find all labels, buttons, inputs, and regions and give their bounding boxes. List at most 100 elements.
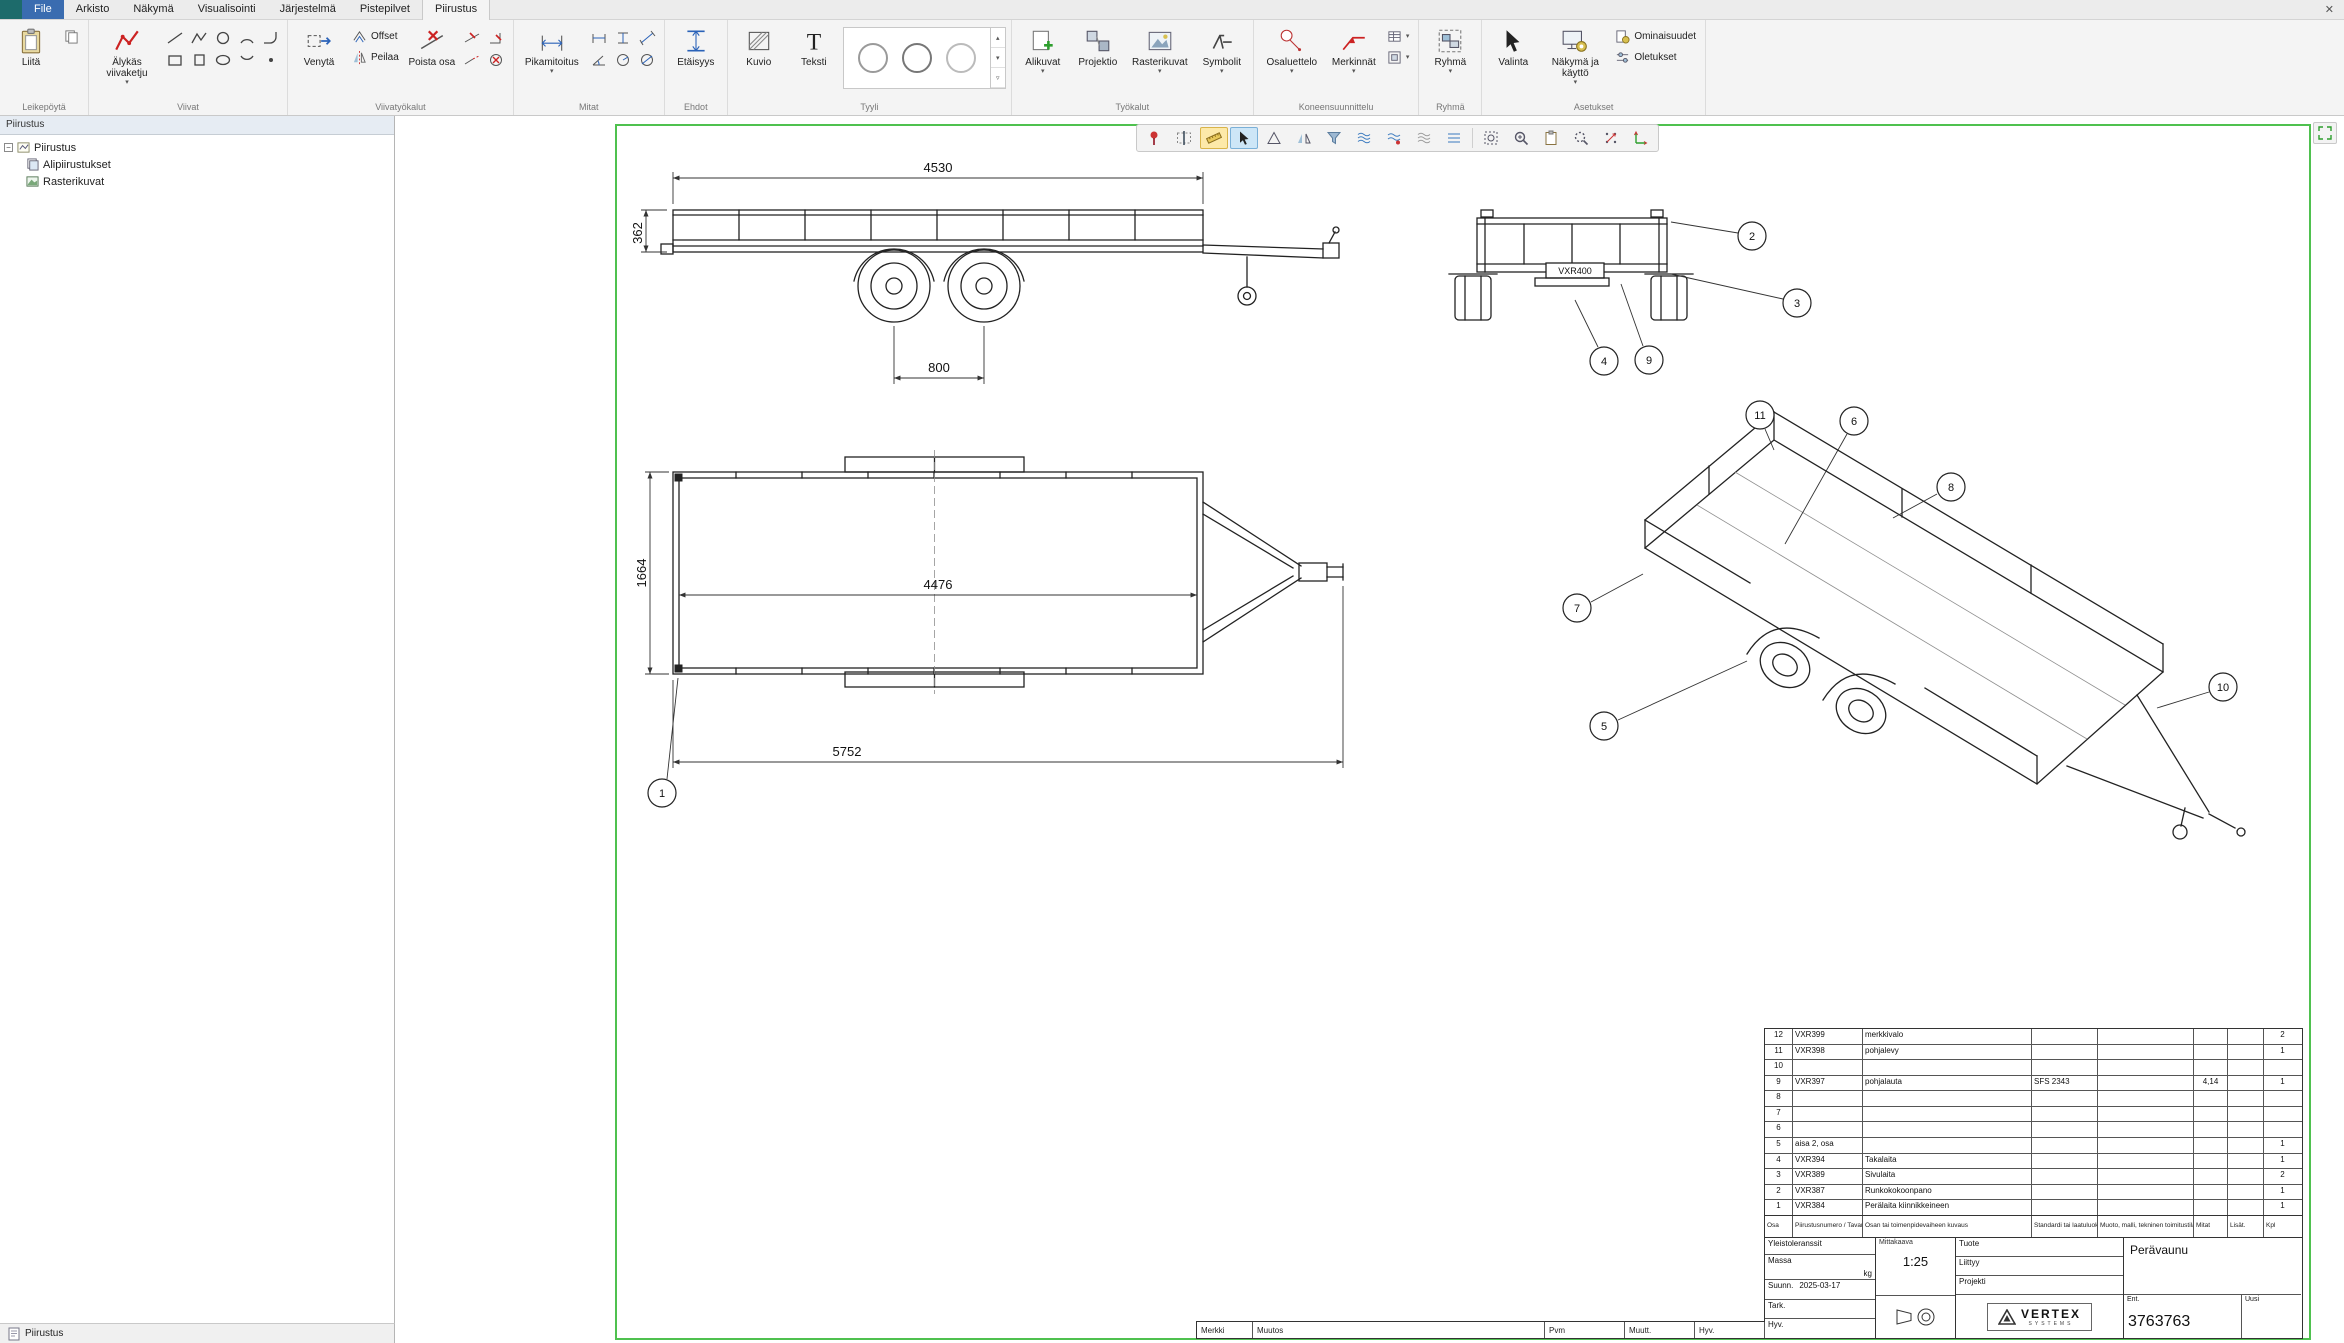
rectangle-tool-icon[interactable] (163, 49, 186, 70)
gallery-more-icon[interactable]: ▿ (991, 68, 1005, 88)
select-text-icon[interactable] (1170, 127, 1198, 149)
gallery-up-icon[interactable]: ▴ (991, 28, 1005, 48)
grid-point-icon[interactable] (1597, 127, 1625, 149)
part-notes (2228, 1122, 2264, 1137)
copy-button[interactable] (60, 27, 83, 46)
text-button[interactable]: T Teksti (788, 23, 840, 70)
balloon-4[interactable]: 4 (1575, 300, 1618, 375)
extend-tool-icon[interactable] (461, 49, 484, 70)
selection-button[interactable]: Valinta (1487, 23, 1539, 70)
zoom-in-icon[interactable] (1507, 127, 1535, 149)
filter-icon[interactable] (1320, 127, 1348, 149)
dim-radius-icon[interactable] (612, 49, 635, 70)
trim-corner-icon[interactable] (485, 27, 508, 48)
select-arrow-icon[interactable] (1230, 127, 1258, 149)
zoom-region-icon[interactable] (1567, 127, 1595, 149)
square-tool-icon[interactable] (187, 49, 210, 70)
tree-item-alipiirustukset[interactable]: Alipiirustukset (4, 156, 394, 173)
subdrawings-button[interactable]: Alikuvat ▾ (1017, 23, 1069, 77)
smart-polyline-button[interactable]: Älykäs viivaketju ▾ (94, 23, 160, 88)
mirror-icon[interactable] (1290, 127, 1318, 149)
axes-icon[interactable] (1627, 127, 1655, 149)
dim-aligned-icon[interactable] (636, 27, 659, 48)
symbols-button[interactable]: Symbolit ▾ (1196, 23, 1248, 77)
paste-button[interactable]: Liitä (5, 23, 57, 70)
annotations-button[interactable]: Merkinnät ▾ (1328, 23, 1380, 77)
tree-root-piirustus[interactable]: − Piirustus (4, 139, 394, 156)
tab-jarjestelma[interactable]: Järjestelmä (268, 0, 348, 19)
balloon-10[interactable]: 10 (2157, 673, 2237, 708)
tab-visualisointi[interactable]: Visualisointi (186, 0, 268, 19)
group-button[interactable]: Ryhmä ▾ (1424, 23, 1476, 77)
triangle-icon[interactable] (1260, 127, 1288, 149)
circle-tool-icon[interactable] (211, 27, 234, 48)
tab-nakyma[interactable]: Näkymä (121, 0, 185, 19)
balloon-3[interactable]: 3 (1671, 274, 1811, 317)
trim-button[interactable]: Poista osa (406, 23, 458, 70)
part-list-button[interactable]: Osaluettelo ▾ (1259, 23, 1325, 77)
line-tool-icon[interactable] (163, 27, 186, 48)
offset-button[interactable]: Offset (348, 27, 403, 46)
arc-tool-icon[interactable] (235, 27, 258, 48)
fit-view-icon[interactable] (2313, 122, 2337, 144)
style-preview-2[interactable] (902, 43, 932, 73)
tab-piirustus[interactable]: Piirustus (422, 0, 490, 20)
distance-constraint-button[interactable]: Etäisyys (670, 23, 722, 70)
lines-blue-icon[interactable] (1440, 127, 1468, 149)
quick-dimension-button[interactable]: Pikamitoitus ▾ (519, 23, 585, 77)
ellipse-tool-icon[interactable] (211, 49, 234, 70)
defaults-button[interactable]: Oletukset (1611, 48, 1700, 67)
pin-icon[interactable] (1140, 127, 1168, 149)
part-no: 10 (1765, 1060, 1793, 1075)
break-tool-icon[interactable] (461, 27, 484, 48)
tree-item-rasterikuvat[interactable]: Rasterikuvat (4, 173, 394, 190)
layers-blue-icon[interactable] (1350, 127, 1378, 149)
view-and-use-button[interactable]: Näkymä ja käyttö ▾ (1542, 23, 1608, 88)
style-preview-3[interactable] (946, 43, 976, 73)
fillet-tool-icon[interactable] (259, 27, 282, 48)
balloon-6[interactable]: 6 (1785, 407, 1868, 544)
app-icon[interactable] (0, 0, 22, 19)
gallery-down-icon[interactable]: ▾ (991, 48, 1005, 68)
tab-arkisto[interactable]: Arkisto (64, 0, 122, 19)
raster-images-button[interactable]: Rasterikuvat ▾ (1127, 23, 1193, 77)
tab-file[interactable]: File (22, 0, 64, 19)
balloon-11[interactable]: 11 (1746, 401, 1774, 450)
dim-angle-icon[interactable] (588, 49, 611, 70)
stretch-button[interactable]: Venytä (293, 23, 345, 70)
dim-horizontal-icon[interactable] (588, 27, 611, 48)
measure-icon[interactable] (1200, 127, 1228, 149)
part-standard (2032, 1122, 2098, 1137)
balloon-2[interactable]: 2 (1671, 222, 1766, 250)
group-tyokalut: Alikuvat ▾ Projektio Rasterikuvat ▾ Symb… (1012, 20, 1254, 115)
balloon-7[interactable]: 7 (1563, 574, 1643, 622)
layers-gray-icon[interactable] (1410, 127, 1438, 149)
svg-text:1664: 1664 (634, 559, 649, 588)
style-preview-1[interactable] (858, 43, 888, 73)
dim-diameter-icon[interactable] (636, 49, 659, 70)
balloon-1[interactable]: 1 (648, 678, 678, 807)
frame-button[interactable]: ▾ (1383, 48, 1414, 67)
mirror-button[interactable]: Peilaa (348, 48, 403, 67)
projection-button[interactable]: Projektio (1072, 23, 1124, 70)
point-tool-icon[interactable] (259, 49, 282, 70)
style-gallery[interactable]: ▴ ▾ ▿ (843, 27, 1006, 89)
delete-segment-icon[interactable] (485, 49, 508, 70)
balloon-8[interactable]: 8 (1893, 473, 1965, 518)
drawing-canvas[interactable]: 4530 362 800 1664 (395, 116, 2344, 1343)
layers-blue2-icon[interactable] (1380, 127, 1408, 149)
close-icon[interactable]: ✕ (2315, 0, 2344, 19)
hatch-button[interactable]: Kuvio (733, 23, 785, 70)
zoom-window-icon[interactable] (1477, 127, 1505, 149)
related-label: Liittyy (1956, 1257, 2123, 1276)
polyline-tool-icon[interactable] (187, 27, 210, 48)
balloon-9[interactable]: 9 (1621, 284, 1663, 374)
collapse-icon[interactable]: − (4, 143, 13, 152)
tab-pistepilvet[interactable]: Pistepilvet (348, 0, 422, 19)
properties-button[interactable]: Ominaisuudet (1611, 27, 1700, 46)
table-button[interactable]: ▾ (1383, 27, 1414, 46)
arc3-tool-icon[interactable] (235, 49, 258, 70)
clipboard-icon[interactable] (1537, 127, 1565, 149)
balloon-5[interactable]: 5 (1590, 661, 1747, 740)
dim-vertical-icon[interactable] (612, 27, 635, 48)
